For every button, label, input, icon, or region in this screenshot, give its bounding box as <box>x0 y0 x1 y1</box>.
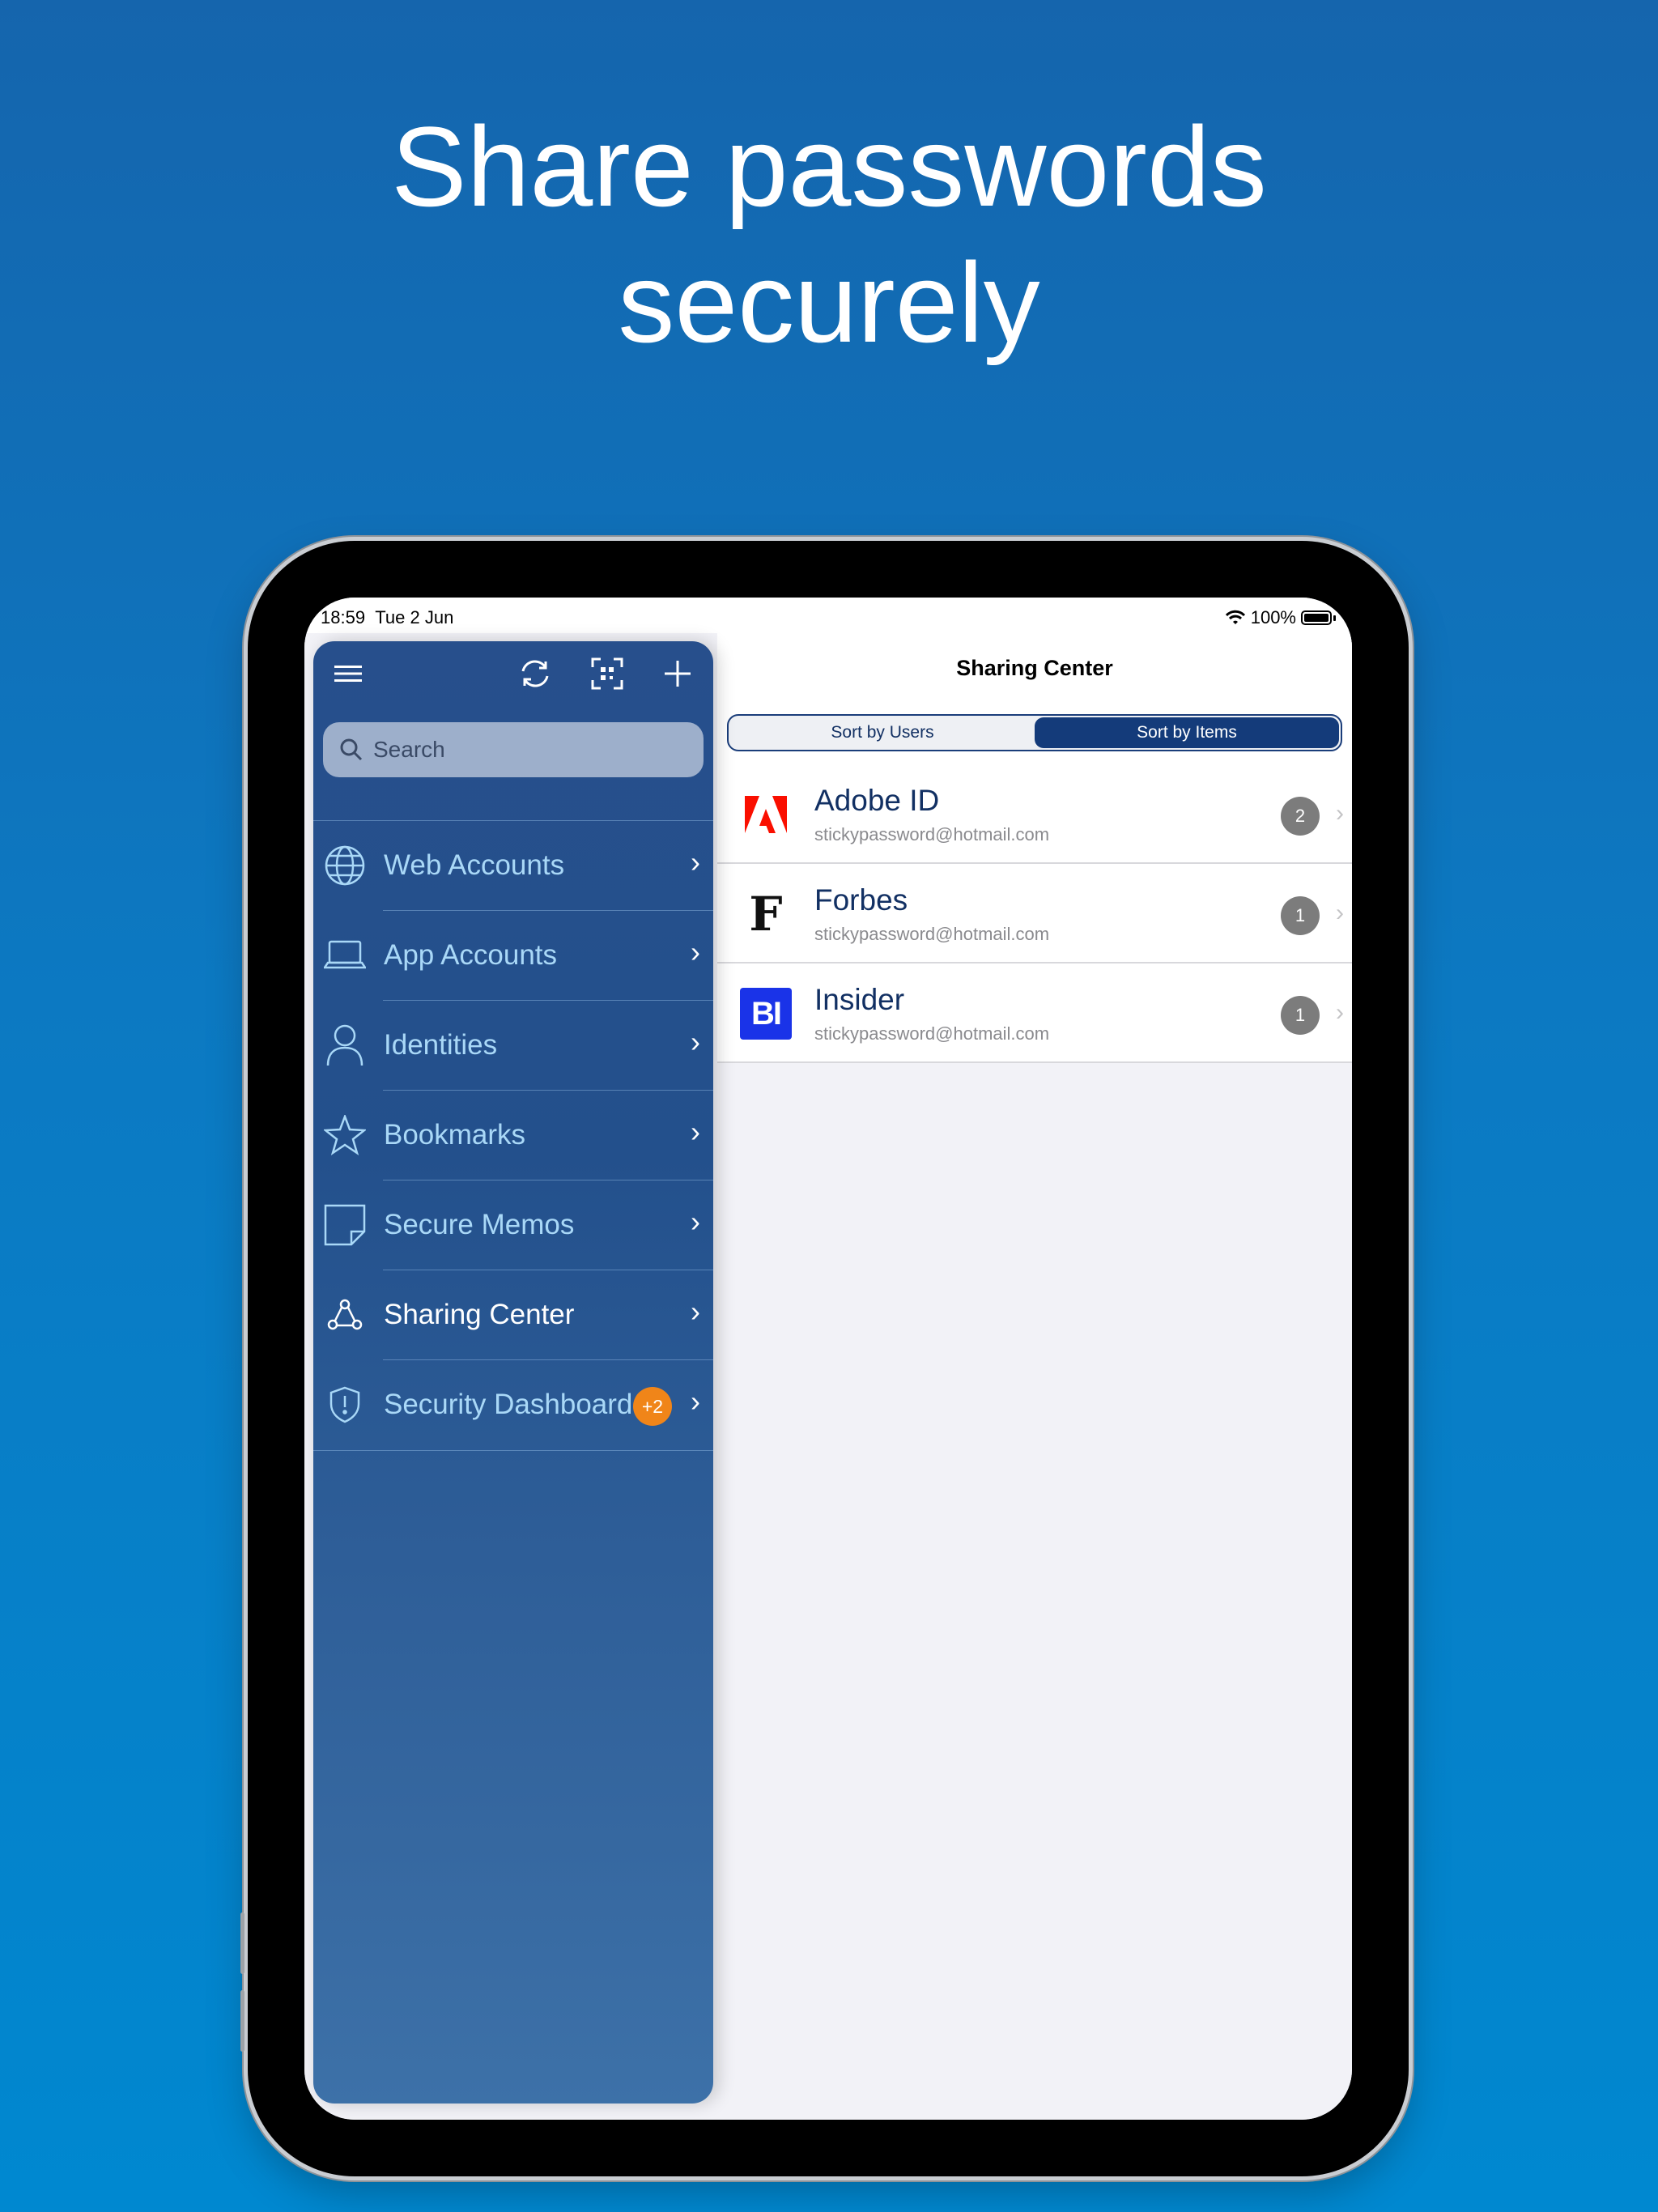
chevron-right-icon: › <box>691 935 700 968</box>
memo-icon <box>323 1203 367 1247</box>
tablet-device: 18:59 Tue 2 Jun 100% Sharing Center Sort… <box>240 541 1409 2176</box>
sidebar-item-secure-memos[interactable]: Secure Memos › <box>313 1180 713 1270</box>
sidebar: Search Web Accounts › App Accounts › Ide… <box>313 641 713 2104</box>
share-count-badge: 1 <box>1281 996 1320 1035</box>
sidebar-menu: Web Accounts › App Accounts › Identities… <box>313 820 713 1451</box>
sync-icon[interactable] <box>516 654 555 693</box>
chevron-right-icon: › <box>691 1295 700 1328</box>
qr-scan-icon[interactable] <box>588 654 627 693</box>
page-title: Sharing Center <box>717 633 1352 703</box>
headline-line-2: securely <box>618 239 1040 366</box>
item-email: stickypassword@hotmail.com <box>814 924 1050 944</box>
sidebar-item-security-dashboard[interactable]: Security Dashboard +2 › <box>313 1360 713 1451</box>
chevron-right-icon: › <box>1336 900 1344 926</box>
item-name: Forbes <box>814 883 908 917</box>
status-time: 18:59 Tue 2 Jun <box>321 607 454 627</box>
status-right: 100% <box>1225 607 1336 628</box>
volume-button <box>240 1912 244 1974</box>
list-item[interactable]: Adobe ID stickypassword@hotmail.com 2 › <box>717 764 1352 864</box>
adobe-logo <box>740 789 792 840</box>
sort-by-items-segment[interactable]: Sort by Items <box>1035 717 1339 748</box>
star-icon <box>323 1113 367 1157</box>
sidebar-item-label: Sharing Center <box>384 1299 575 1330</box>
search-input[interactable]: Search <box>323 722 704 777</box>
sidebar-item-label: Secure Memos <box>384 1209 575 1240</box>
sidebar-toolbar <box>313 641 713 706</box>
battery-icon <box>1301 610 1332 625</box>
battery-percent: 100% <box>1250 607 1296 627</box>
status-bar: 18:59 Tue 2 Jun 100% <box>304 598 1352 633</box>
sharing-icon <box>323 1293 367 1337</box>
item-email: stickypassword@hotmail.com <box>814 824 1050 844</box>
sidebar-item-web-accounts[interactable]: Web Accounts › <box>313 821 713 911</box>
globe-icon <box>323 844 367 887</box>
shared-items-list: Adobe ID stickypassword@hotmail.com 2 › … <box>717 764 1352 1063</box>
hamburger-menu-icon[interactable] <box>329 654 368 693</box>
sort-by-users-segment[interactable]: Sort by Users <box>730 717 1035 748</box>
item-name: Insider <box>814 983 905 1016</box>
share-count-badge: 1 <box>1281 896 1320 935</box>
item-email: stickypassword@hotmail.com <box>814 1023 1050 1044</box>
chevron-right-icon: › <box>691 845 700 878</box>
sidebar-item-bookmarks[interactable]: Bookmarks › <box>313 1091 713 1180</box>
add-icon[interactable] <box>658 654 697 693</box>
sidebar-item-identities[interactable]: Identities › <box>313 1001 713 1091</box>
sort-segmented-control: Sort by Users Sort by Items <box>727 714 1342 751</box>
share-count-badge: 2 <box>1281 797 1320 836</box>
chevron-right-icon: › <box>691 1025 700 1058</box>
sidebar-item-label: Security Dashboard <box>384 1389 633 1420</box>
security-alert-badge: +2 <box>633 1387 672 1426</box>
chevron-right-icon: › <box>1336 800 1344 827</box>
sidebar-item-label: App Accounts <box>384 939 558 971</box>
sidebar-item-label: Web Accounts <box>384 849 565 881</box>
chevron-right-icon: › <box>691 1115 700 1148</box>
wifi-icon <box>1225 610 1245 624</box>
screen: 18:59 Tue 2 Jun 100% Sharing Center Sort… <box>304 598 1352 2120</box>
chevron-right-icon: › <box>1336 999 1344 1026</box>
list-item[interactable]: F Forbes stickypassword@hotmail.com 1 › <box>717 864 1352 963</box>
person-icon <box>323 1023 367 1067</box>
search-placeholder: Search <box>373 737 445 762</box>
shield-icon <box>323 1383 367 1427</box>
search-icon <box>340 738 363 761</box>
headline-line-1: Share passwords <box>391 103 1267 230</box>
item-name: Adobe ID <box>814 784 940 817</box>
sidebar-item-sharing-center[interactable]: Sharing Center › <box>313 1270 713 1360</box>
list-item[interactable]: BI Insider stickypassword@hotmail.com 1 … <box>717 963 1352 1063</box>
sidebar-item-app-accounts[interactable]: App Accounts › <box>313 911 713 1001</box>
laptop-icon <box>323 934 367 977</box>
forbes-logo: F <box>749 887 783 942</box>
sidebar-item-label: Bookmarks <box>384 1119 526 1151</box>
chevron-right-icon: › <box>691 1385 700 1418</box>
volume-button <box>240 1990 244 2052</box>
chevron-right-icon: › <box>691 1205 700 1238</box>
sidebar-item-label: Identities <box>384 1029 498 1061</box>
insider-logo: BI <box>740 988 792 1040</box>
